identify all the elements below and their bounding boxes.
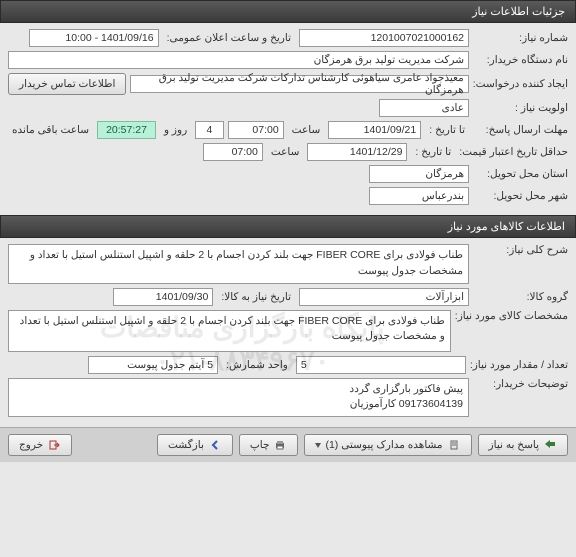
label-goods-group: گروه کالا:	[473, 291, 568, 303]
attachments-label: مشاهده مدارک پیوستی (1)	[325, 439, 442, 451]
respond-icon	[543, 438, 557, 452]
field-need-date: 1401/09/30	[113, 288, 213, 306]
label-delivery-city: شهر محل تحویل:	[473, 190, 568, 202]
label-hours-remaining: ساعت باقی مانده	[8, 124, 93, 136]
label-general-description: شرح کلی نیاز:	[473, 244, 568, 256]
contact-info-button[interactable]: اطلاعات تماس خریدار	[8, 73, 126, 95]
label-min-validity: حداقل تاریخ اعتبار قیمت:	[459, 146, 568, 158]
respond-button[interactable]: پاسخ به نیاز	[478, 434, 568, 456]
back-icon	[208, 438, 222, 452]
label-priority: اولویت نیاز :	[473, 102, 568, 114]
field-count-unit: 5 آیتم جدول پیوست	[88, 356, 218, 374]
dropdown-icon	[315, 443, 321, 448]
field-priority: عادی	[379, 99, 469, 117]
respond-label: پاسخ به نیاز	[489, 439, 539, 451]
field-response-hour: 07:00	[228, 121, 284, 139]
section-header-need-details: جزئیات اطلاعات نیاز	[0, 0, 576, 23]
attachments-button[interactable]: مشاهده مدارک پیوستی (1)	[304, 434, 471, 456]
field-goods-group: ابزارآلات	[299, 288, 469, 306]
field-remaining-days: 4	[195, 121, 223, 139]
label-request-creator: ایجاد کننده درخواست:	[473, 78, 568, 90]
field-validity-hour: 07:00	[203, 143, 263, 161]
label-buyer-name: نام دستگاه خریدار:	[473, 54, 568, 66]
goods-info-form: پایگاه بارگزاری مناقصات ۰۲۱-۸۸۳۴۹۶۷۰ شرح…	[0, 238, 576, 427]
field-quantity: 5	[296, 356, 466, 374]
label-buyer-notes: توضیحات خریدار:	[473, 378, 568, 390]
print-label: چاپ	[250, 439, 270, 451]
field-need-number: 1201007021000162	[299, 29, 469, 47]
label-hour-2: ساعت	[267, 146, 304, 158]
field-delivery-province: هرمزگان	[369, 165, 469, 183]
field-announce-datetime: 1401/09/16 - 10:00	[29, 29, 159, 47]
label-quantity: تعداد / مقدار مورد نیاز:	[470, 359, 568, 371]
label-to-date-2: تا تاریخ :	[411, 146, 455, 158]
contact-info-label: اطلاعات تماس خریدار	[19, 78, 115, 90]
exit-label: خروج	[19, 439, 43, 451]
field-validity-date: 1401/12/29	[307, 143, 407, 161]
label-hour-1: ساعت	[288, 124, 325, 136]
back-label: بازگشت	[168, 439, 204, 451]
field-delivery-city: بندرعباس	[369, 187, 469, 205]
field-response-date: 1401/09/21	[328, 121, 421, 139]
section-title: جزئیات اطلاعات نیاز	[472, 6, 565, 18]
need-details-form: شماره نیاز: 1201007021000162 تاریخ و ساع…	[0, 23, 576, 215]
print-icon	[273, 438, 287, 452]
section-title-goods: اطلاعات کالاهای مورد نیاز	[448, 221, 565, 233]
field-request-creator: معیذجواد عامری سیاهوئی کارشناس تدارکات ش…	[130, 75, 468, 93]
field-buyer-name: شرکت مدیریت تولید برق هرمزگان	[8, 51, 469, 69]
footer-toolbar: پاسخ به نیاز مشاهده مدارک پیوستی (1) چاپ…	[0, 427, 576, 462]
label-delivery-province: استان محل تحویل:	[473, 168, 568, 180]
field-buyer-notes: پیش فاکتور بارگزاری گردد 09173604139 کار…	[8, 378, 469, 418]
field-goods-spec: طناب فولادی برای FIBER CORE جهت بلند کرد…	[8, 310, 451, 352]
label-need-number: شماره نیاز:	[473, 32, 568, 44]
label-announce-datetime: تاریخ و ساعت اعلان عمومی:	[163, 32, 295, 44]
label-need-date: تاریخ نیاز به کالا:	[217, 291, 295, 303]
field-general-description: طناب فولادی برای FIBER CORE جهت بلند کرد…	[8, 244, 469, 284]
label-to-date-1: تا تاریخ :	[425, 124, 469, 136]
label-count-unit: واحد شمارش:	[222, 359, 292, 371]
exit-button[interactable]: خروج	[8, 434, 72, 456]
print-button[interactable]: چاپ	[239, 434, 299, 456]
label-response-deadline: مهلت ارسال پاسخ:	[473, 124, 568, 136]
back-button[interactable]: بازگشت	[157, 434, 233, 456]
label-days-and: روز و	[160, 124, 191, 136]
exit-icon	[47, 438, 61, 452]
label-goods-spec: مشخصات کالای مورد نیاز:	[455, 310, 568, 322]
section-header-goods-info: اطلاعات کالاهای مورد نیاز	[0, 215, 576, 238]
attachment-icon	[447, 438, 461, 452]
countdown-timer: 20:57:27	[97, 121, 156, 139]
